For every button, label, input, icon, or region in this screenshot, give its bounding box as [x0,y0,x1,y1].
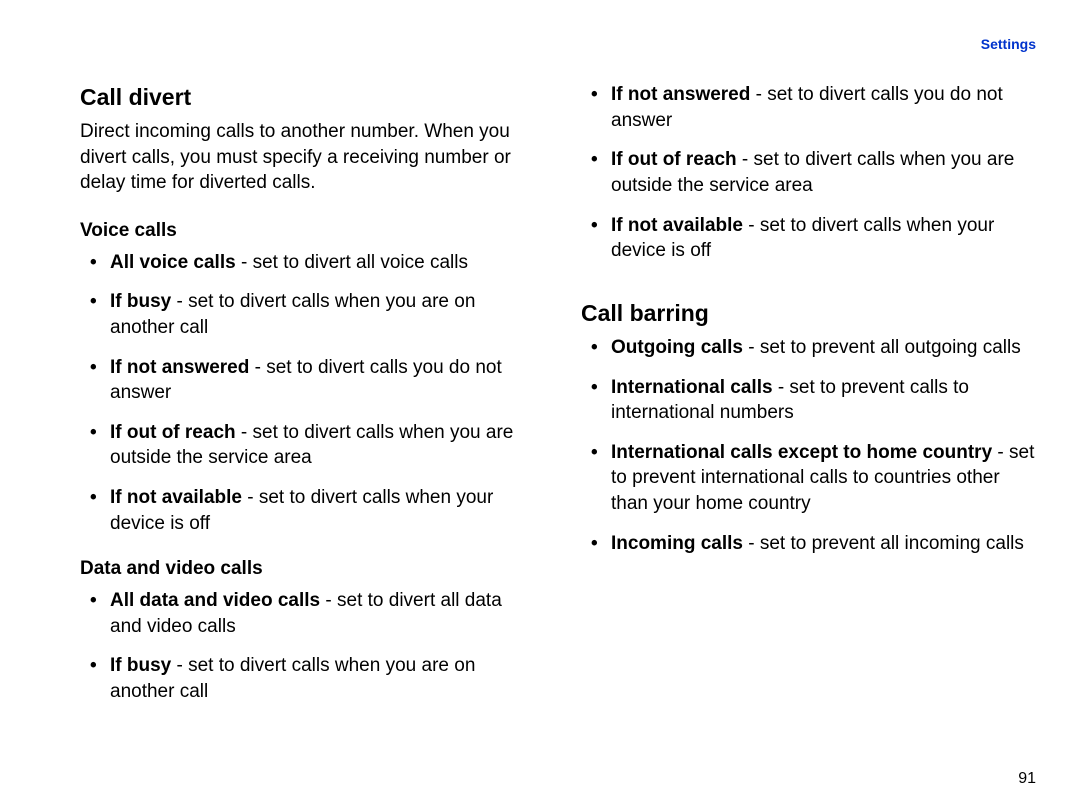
voice-calls-list: All voice calls - set to divert all voic… [80,250,535,537]
list-item: If busy - set to divert calls when you a… [80,289,535,340]
list-item: If out of reach - set to divert calls wh… [80,420,535,471]
page-number: 91 [1018,770,1036,788]
list-item: International calls except to home count… [581,440,1036,517]
list-item: International calls - set to prevent cal… [581,375,1036,426]
list-item: If not answered - set to divert calls yo… [80,355,535,406]
term: If not answered [611,84,750,105]
call-divert-intro: Direct incoming calls to another number.… [80,119,535,196]
term: International calls except to home count… [611,442,992,463]
term: If not available [611,215,743,236]
term: Outgoing calls [611,337,743,358]
term: All voice calls [110,252,236,273]
call-barring-list: Outgoing calls - set to prevent all outg… [581,335,1036,556]
term: If busy [110,655,171,676]
heading-call-divert: Call divert [80,82,535,113]
list-item: Incoming calls - set to prevent all inco… [581,531,1036,557]
heading-call-barring: Call barring [581,298,1036,329]
desc: - set to divert all voice calls [236,252,468,273]
list-item: If busy - set to divert calls when you a… [80,653,535,704]
term: If not available [110,487,242,508]
list-item: All voice calls - set to divert all voic… [80,250,535,276]
term: All data and video calls [110,590,320,611]
term: Incoming calls [611,533,743,554]
list-item: Outgoing calls - set to prevent all outg… [581,335,1036,361]
list-item: If not available - set to divert calls w… [581,213,1036,264]
term: If out of reach [611,149,737,170]
section-header-label: Settings [981,36,1036,52]
list-item: If out of reach - set to divert calls wh… [581,147,1036,198]
subhead-voice-calls: Voice calls [80,218,535,244]
list-item: If not available - set to divert calls w… [80,485,535,536]
term: If not answered [110,357,249,378]
list-item: All data and video calls - set to divert… [80,588,535,639]
page-content: Call divert Direct incoming calls to ano… [80,82,1036,750]
desc: - set to prevent all incoming calls [743,533,1024,554]
term: International calls [611,377,773,398]
desc: - set to prevent all outgoing calls [743,337,1021,358]
term: If out of reach [110,422,236,443]
list-item: If not answered - set to divert calls yo… [581,82,1036,133]
term: If busy [110,291,171,312]
subhead-data-video-calls: Data and video calls [80,556,535,582]
